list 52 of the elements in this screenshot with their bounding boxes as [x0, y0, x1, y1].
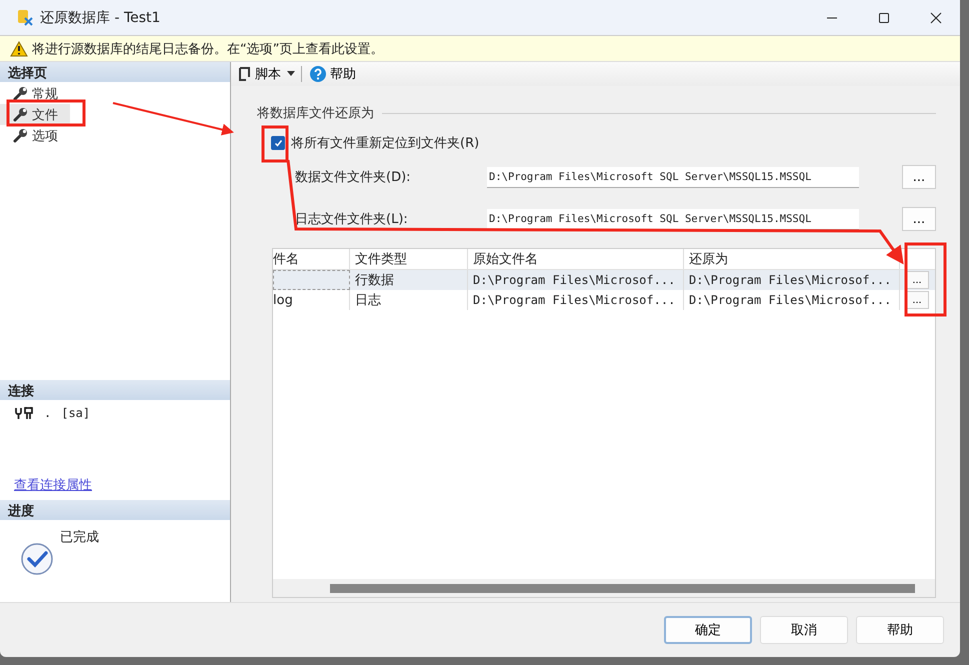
section-header: 选择页 [0, 62, 230, 82]
table-row[interactable]: 行数据 D:\Program Files\Microsof... D:\Program Files\Microsof... ... [273, 270, 935, 290]
progress-status: 已完成 [60, 529, 99, 546]
table-cell-text: 行数据 [355, 272, 394, 289]
dialog-button[interactable]: 帮助 [856, 616, 944, 644]
table-cell-text: 日志 [355, 292, 381, 309]
page-list-item[interactable]: 常规 [0, 83, 70, 104]
column-header: 件名 [273, 249, 350, 269]
page-list-item[interactable]: 选项 [0, 125, 70, 146]
plug-icon [14, 407, 34, 419]
checkmark-icon [274, 138, 282, 148]
window-title: 还原数据库 - Test1 [40, 8, 160, 26]
checkbox[interactable] [271, 136, 285, 150]
column-header: 还原为 [684, 249, 900, 269]
scrollbar-thumb[interactable] [330, 584, 915, 592]
warning-icon [10, 40, 28, 56]
table-cell: D:\Program Files\Microsof... [689, 273, 892, 287]
table-row[interactable]: log 日志 D:\Program Files\Microsof... D:\Program Files\Microsof... ... [273, 290, 935, 310]
field-label: 数据文件文件夹(D): [295, 169, 412, 186]
section-header: 进度 [0, 500, 230, 520]
server-name: . [44, 406, 52, 420]
dialog-button[interactable]: 确定 [664, 616, 752, 644]
highlight-box [262, 126, 288, 162]
script-button[interactable]: 脚本 [235, 65, 283, 83]
column-header: 原始文件名 [468, 249, 684, 269]
close-icon[interactable] [930, 12, 942, 24]
section-header: 连接 [0, 380, 230, 400]
page-list-item[interactable]: 文件 [0, 104, 70, 125]
browse-button[interactable]: ... [902, 165, 936, 189]
caret-icon[interactable] [287, 71, 295, 77]
field-label: 日志文件文件夹(L): [295, 211, 409, 228]
group-title: 将数据库文件还原为 [257, 105, 374, 122]
connection-properties-link[interactable]: 查看连接属性 [14, 476, 92, 494]
wrench-icon [12, 86, 28, 102]
user-name: [sa] [61, 406, 90, 420]
table-cell: D:\Program Files\Microsof... [473, 293, 676, 307]
wrench-icon [12, 106, 28, 122]
folder-input-field[interactable]: D:\Program Files\Microsoft SQL Server\MSSQL15.MSSQL [487, 208, 859, 230]
relocate-checkbox[interactable]: 将所有文件重新定位到文件夹(R) [271, 134, 480, 152]
table-cell: D:\Program Files\Microsof... [689, 293, 892, 307]
help-icon [310, 66, 326, 82]
checkmark-icon [20, 542, 54, 576]
table-cell: D:\Program Files\Microsof... [473, 273, 676, 287]
dialog-button[interactable]: 取消 [760, 616, 848, 644]
folder-input-field[interactable]: D:\Program Files\Microsoft SQL Server\MSSQL15.MSSQL [487, 166, 859, 188]
column-header: 文件类型 [350, 249, 468, 269]
table-cell: log [273, 292, 293, 308]
browse-button[interactable]: ... [902, 207, 936, 231]
warning-message: 将进行源数据库的结尾日志备份。在“选项”页上查看此设置。 [32, 40, 384, 58]
help-button[interactable]: 帮助 [308, 65, 358, 83]
wrench-icon [12, 128, 28, 144]
maximize-icon[interactable] [878, 12, 890, 24]
